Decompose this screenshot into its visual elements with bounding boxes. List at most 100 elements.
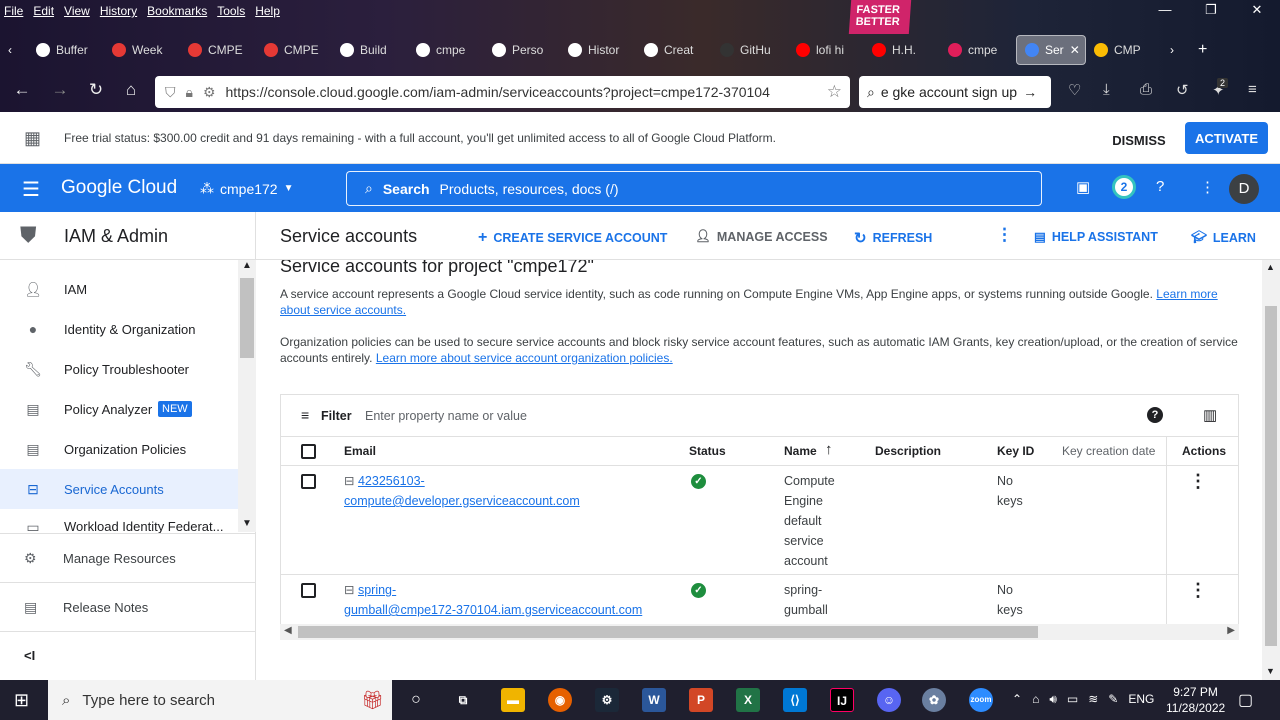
horizontal-scroll-thumb[interactable] xyxy=(298,626,1038,638)
menu-file[interactable]: File xyxy=(4,4,23,18)
home-icon[interactable]: ⌂ xyxy=(119,80,143,100)
browser-tab[interactable]: lofi hi xyxy=(788,35,864,65)
email-link-continued[interactable]: compute@developer.gserviceaccount.com xyxy=(344,491,580,511)
menu-bookmarks[interactable]: Bookmarks xyxy=(147,4,207,18)
row-checkbox[interactable] xyxy=(301,474,316,489)
windows-start-icon[interactable]: ⊞ xyxy=(14,690,29,711)
select-all-checkbox[interactable] xyxy=(301,444,316,459)
create-service-account-button[interactable]: + CREATE SERVICE ACCOUNT xyxy=(478,229,667,247)
row-actions-icon[interactable]: ⋮ xyxy=(1189,581,1207,599)
browser-tab[interactable]: GitHu xyxy=(712,35,788,65)
browser-tab[interactable]: Ser ✕ xyxy=(1016,35,1086,65)
email-link[interactable]: spring- xyxy=(358,583,396,597)
sidebar-item-service-accounts[interactable]: ⊟ Service Accounts xyxy=(0,469,238,509)
discord-icon[interactable]: ☺ xyxy=(877,688,901,712)
browser-tab[interactable]: cmpe xyxy=(940,35,1016,65)
scroll-right-icon[interactable]: ▶ xyxy=(1227,625,1235,636)
intellij-icon[interactable]: IJ xyxy=(830,688,854,712)
battery-icon[interactable]: ▭ xyxy=(1067,692,1078,707)
history-icon[interactable]: ↺ xyxy=(1176,81,1189,99)
email-link[interactable]: 423256103- xyxy=(358,474,425,488)
table-horizontal-scrollbar[interactable]: ◀ ▶ xyxy=(280,624,1239,640)
scroll-down-icon[interactable]: ▼ xyxy=(1266,666,1275,676)
wifi-icon[interactable]: ≋ xyxy=(1088,692,1098,707)
sidebar-item-policy-analyzer[interactable]: ▤ Policy Analyzer NEW xyxy=(0,389,238,429)
volume-icon[interactable]: 🔊︎ xyxy=(1049,692,1057,707)
main-scrollbar[interactable]: ▲ ▼ xyxy=(1262,260,1280,680)
url-bar[interactable]: ⛉ 🔒︎ ⚙ https://console.cloud.google.com/… xyxy=(155,76,850,108)
close-tab-icon[interactable]: ✕ xyxy=(1070,43,1080,57)
column-name[interactable]: Name xyxy=(784,444,817,458)
chevron-up-icon[interactable]: ⌃ xyxy=(1012,692,1022,707)
minimize-icon[interactable]: — xyxy=(1142,2,1188,18)
sidebar-item-workload-identity[interactable]: ▭ Workload Identity Federat... xyxy=(0,509,238,533)
google-cloud-logo[interactable]: Google Cloud xyxy=(61,177,177,199)
row-checkbox[interactable] xyxy=(301,583,316,598)
sidebar-scroll-thumb[interactable] xyxy=(240,278,254,358)
sidebar-item-iam[interactable]: 👤︎ IAM xyxy=(0,269,238,309)
menu-hamburger-icon[interactable]: ☰ xyxy=(22,177,40,202)
org-policies-link[interactable]: Learn more about service account organiz… xyxy=(376,351,673,365)
menu-history[interactable]: History xyxy=(100,4,137,18)
learn-button[interactable]: 🎓︎ LEARN xyxy=(1191,230,1256,245)
app-icon[interactable]: ✿ xyxy=(922,688,946,712)
more-vert-icon[interactable]: ⋮ xyxy=(1200,178,1215,196)
pocket-icon[interactable]: ♡ xyxy=(1068,81,1081,99)
collapse-sidebar-button[interactable]: <I xyxy=(0,631,256,680)
scroll-down-icon[interactable]: ▼ xyxy=(242,518,252,529)
manage-access-button[interactable]: 👤︎ MANAGE ACCESS xyxy=(695,229,828,244)
learn-more-link[interactable]: Learn more xyxy=(1156,287,1217,301)
new-tab-icon[interactable]: + xyxy=(1190,35,1218,65)
row-actions-icon[interactable]: ⋮ xyxy=(1189,472,1207,490)
column-display-icon[interactable]: ▥ xyxy=(1203,406,1217,424)
forward-icon[interactable]: → xyxy=(48,80,72,100)
browser-tab[interactable]: Build xyxy=(332,35,408,65)
browser-tab[interactable]: H.H. xyxy=(864,35,940,65)
browser-tab[interactable]: Perso xyxy=(484,35,560,65)
back-icon[interactable]: ← xyxy=(10,80,34,100)
downloads-icon[interactable]: ⤓ xyxy=(1103,81,1110,98)
scroll-up-icon[interactable]: ▲ xyxy=(1266,262,1275,272)
restore-icon[interactable]: ❐ xyxy=(1188,2,1234,18)
print-icon[interactable]: ⎙ xyxy=(1140,81,1152,98)
browser-tab[interactable]: Histor xyxy=(560,35,636,65)
sidebar-item-identity-organization[interactable]: ● Identity & Organization xyxy=(0,309,238,349)
cortana-icon[interactable]: ○ xyxy=(404,688,428,712)
browser-tab[interactable]: CMPE xyxy=(256,35,332,65)
main-scroll-thumb[interactable] xyxy=(1265,306,1277,646)
steam-icon[interactable]: ⚙ xyxy=(595,688,619,712)
word-icon[interactable]: W xyxy=(642,688,666,712)
sidebar-item-release-notes[interactable]: ▤ Release Notes xyxy=(0,582,256,631)
sort-ascending-icon[interactable]: ↑ xyxy=(825,441,833,458)
column-key-id[interactable]: Key ID xyxy=(997,444,1034,458)
project-picker[interactable]: ⁂ cmpe172 ▼ xyxy=(200,180,294,197)
browser-tab[interactable]: Buffer xyxy=(28,35,104,65)
menu-view[interactable]: View xyxy=(64,4,90,18)
scroll-up-icon[interactable]: ▲ xyxy=(242,260,252,271)
tab-scroll-left-icon[interactable]: ‹ xyxy=(0,35,28,65)
sidebar-item-manage-resources[interactable]: ⚙ Manage Resources xyxy=(0,533,256,582)
filter-label[interactable]: Filter xyxy=(321,409,352,423)
url-text[interactable]: https://console.cloud.google.com/iam-adm… xyxy=(226,84,770,100)
email-link-continued[interactable]: gumball@cmpe172-370104.iam.gserviceaccou… xyxy=(344,600,642,620)
clock[interactable]: 9:27 PM 11/28/2022 xyxy=(1166,684,1225,716)
permissions-icon[interactable]: ⚙ xyxy=(203,84,216,101)
bookmark-star-icon[interactable]: ☆ xyxy=(827,82,842,102)
menu-help[interactable]: Help xyxy=(255,4,280,18)
zoom-icon[interactable]: zoom xyxy=(969,688,993,712)
reload-icon[interactable]: ↻ xyxy=(84,80,108,100)
dismiss-button[interactable]: DISMISS xyxy=(1106,126,1172,154)
tab-scroll-right-icon[interactable]: › xyxy=(1162,35,1190,65)
browser-tab[interactable]: cmpe xyxy=(408,35,484,65)
browser-tab[interactable]: CMPE xyxy=(180,35,256,65)
browser-tab[interactable]: Week xyxy=(104,35,180,65)
sidebar-scrollbar[interactable]: ▲ ▼ xyxy=(238,260,256,532)
sidebar-item-organization-policies[interactable]: ▤ Organization Policies xyxy=(0,429,238,469)
network-icon[interactable]: ⌂ xyxy=(1032,692,1039,707)
scroll-left-icon[interactable]: ◀ xyxy=(284,625,292,636)
cloud-search-input[interactable]: ⌕ Search Products, resources, docs (/) xyxy=(346,171,1042,206)
help-icon[interactable]: ? xyxy=(1147,407,1163,423)
about-service-accounts-link[interactable]: about service accounts. xyxy=(280,303,406,317)
notifications-badge[interactable]: 2 xyxy=(1112,175,1136,199)
browser-tab[interactable]: CMP xyxy=(1086,35,1162,65)
